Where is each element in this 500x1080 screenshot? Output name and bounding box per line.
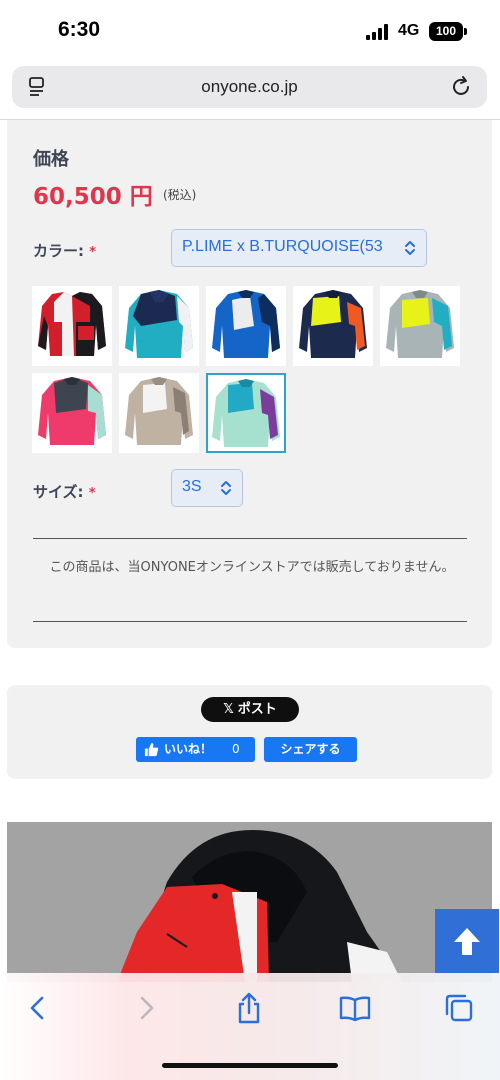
tax-note: (税込) (163, 188, 197, 202)
facebook-share-button[interactable]: シェアする (264, 737, 357, 762)
size-label: サイズ: * (33, 483, 96, 501)
battery-icon: 100 (429, 22, 467, 41)
arrow-up-icon (454, 928, 480, 955)
status-time: 6:30 (58, 18, 101, 41)
cellular-signal-icon (366, 24, 392, 40)
color-select[interactable]: P.LIME x B.TURQUOISE(53 (171, 229, 427, 267)
share-card: 𝕏 ポスト いいね！ 0 シェアする (7, 685, 492, 779)
facebook-like-button[interactable]: いいね！ 0 (136, 737, 255, 762)
required-mark: * (88, 486, 96, 501)
chevron-updown-icon (405, 241, 415, 255)
divider (33, 621, 467, 622)
size-select-value: 3S (182, 478, 202, 495)
x-post-button[interactable]: 𝕏 ポスト (201, 697, 299, 722)
color-swatch-red-black-white[interactable] (32, 286, 112, 366)
color-swatch-lime-navy-orange[interactable] (293, 286, 373, 366)
reload-icon[interactable] (449, 75, 473, 99)
color-swatch-turquoise-mint-purple[interactable] (206, 373, 286, 453)
home-indicator (162, 1063, 338, 1068)
size-select[interactable]: 3S (171, 469, 243, 507)
availability-notice: この商品は、当ONYONEオンラインストアでは販売しておりません。 (49, 560, 455, 575)
color-swatch-lime-grey-turquoise[interactable] (380, 286, 460, 366)
like-label: いいね！ (164, 742, 213, 756)
address-bar[interactable]: onyone.co.jp (12, 66, 487, 108)
color-label: カラー: * (33, 242, 97, 260)
color-swatch-pink-charcoal-mint[interactable] (32, 373, 112, 453)
back-icon[interactable] (21, 991, 55, 1025)
bookmarks-icon[interactable] (338, 991, 372, 1025)
x-logo-icon: 𝕏 (223, 702, 234, 717)
tabs-icon[interactable] (442, 991, 476, 1025)
chevron-updown-icon (221, 481, 231, 495)
color-swatch-blue-white[interactable] (206, 286, 286, 366)
share-icon[interactable] (232, 991, 266, 1025)
divider (33, 538, 467, 539)
price-label: 価格 (33, 149, 69, 170)
thumbs-up-icon (144, 742, 159, 757)
network-type: 4G (398, 22, 420, 39)
required-mark: * (89, 245, 97, 260)
product-options-card: 価格 60,500 円 (税込) カラー: * P.LIME x B.TURQU… (7, 120, 492, 648)
x-post-label: ポスト (237, 702, 277, 717)
url-text[interactable]: onyone.co.jp (12, 77, 487, 97)
price-value: 60,500 円 (33, 184, 153, 210)
product-image (7, 822, 492, 982)
color-select-value: P.LIME x B.TURQUOISE(53 (182, 238, 383, 255)
like-count: 0 (232, 742, 240, 756)
forward-icon[interactable] (129, 991, 163, 1025)
color-swatch-navy-turquoise[interactable] (119, 286, 199, 366)
color-swatch-beige-white[interactable] (119, 373, 199, 453)
status-bar: 6:30 4G 100 (0, 0, 500, 62)
back-to-top-button[interactable] (435, 909, 499, 973)
